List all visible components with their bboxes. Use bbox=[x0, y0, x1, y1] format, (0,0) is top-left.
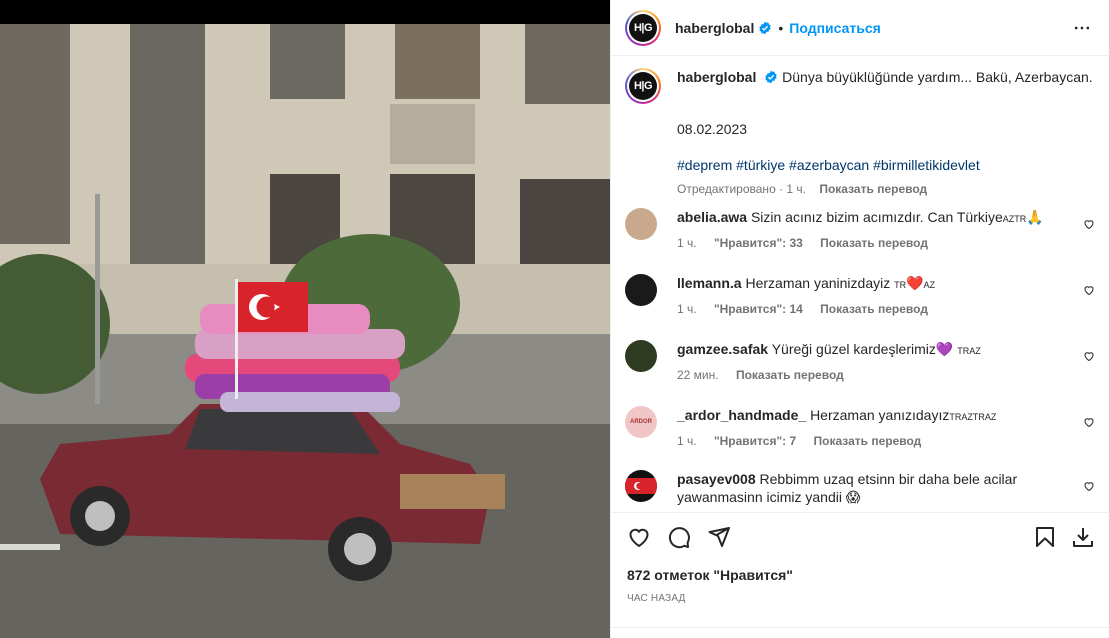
author-username[interactable]: haberglobal bbox=[675, 20, 754, 36]
comment-emoji: ❤️ bbox=[906, 275, 924, 291]
verified-icon bbox=[765, 70, 777, 84]
comment-likes[interactable]: "Нравится": 7 bbox=[714, 434, 796, 448]
comment-input-area[interactable] bbox=[611, 627, 1109, 638]
post-photo-panel bbox=[0, 0, 610, 638]
heart-icon[interactable] bbox=[1083, 218, 1095, 230]
commenter-avatar[interactable] bbox=[625, 208, 657, 240]
author-avatar-logo: H|G bbox=[629, 13, 657, 42]
comment-message: Herzaman yanızıdayız bbox=[810, 407, 950, 423]
comment-message: Herzaman yaninizdayiz bbox=[745, 275, 895, 291]
comment-time: 1 ч. bbox=[677, 236, 697, 250]
comment-likes[interactable]: "Нравится": 14 bbox=[714, 302, 803, 316]
heart-icon[interactable] bbox=[1083, 284, 1095, 296]
caption-text: haberglobal Dünya büyüklüğünde yardım...… bbox=[677, 68, 1097, 86]
more-icon[interactable] bbox=[1072, 18, 1092, 38]
comment-item: llemann.a Herzaman yaninizdayiz TR❤️AZ 1… bbox=[625, 274, 1095, 324]
heart-icon[interactable] bbox=[627, 525, 651, 549]
comment-item: gamzee.safak Yüreği güzel kardeşlerimiz💜… bbox=[625, 340, 1095, 390]
comment-text: llemann.a Herzaman yaninizdayiz TR❤️AZ bbox=[677, 274, 1057, 294]
post-photo[interactable] bbox=[0, 24, 610, 638]
comment-text: abelia.awa Sizin acınız bizim acımızdır.… bbox=[677, 208, 1057, 228]
commenter-avatar[interactable]: ARDOR bbox=[625, 406, 657, 438]
heart-icon[interactable] bbox=[1083, 350, 1095, 362]
caption-message: Dünya büyüklüğünde yardım... Bakü, Azerb… bbox=[782, 69, 1093, 85]
flag-avatar-image bbox=[625, 478, 657, 494]
comment-time: 22 мин. bbox=[677, 368, 719, 382]
comment-text: gamzee.safak Yüreği güzel kardeşlerimiz💜… bbox=[677, 340, 1057, 360]
likes-count[interactable]: 872 отметок "Нравится" bbox=[627, 567, 793, 583]
comment-suffix: AZTR bbox=[1002, 214, 1027, 224]
follow-button[interactable]: Подписаться bbox=[789, 20, 881, 36]
comment-suffix: AZ bbox=[923, 280, 936, 290]
caption-edited: Отредактировано · 1 ч. bbox=[677, 182, 806, 196]
comment-message: Sizin acınız bizim acımızdır. Can Türkiy… bbox=[750, 209, 1003, 225]
post-time-ago: ЧАС НАЗАД bbox=[627, 593, 686, 604]
comment-translate-link[interactable]: Показать перевод bbox=[820, 302, 928, 316]
comment-meta: 1 ч. "Нравится": 14 Показать перевод bbox=[677, 302, 942, 316]
comment-time: 1 ч. bbox=[677, 302, 697, 316]
post-actions: 872 отметок "Нравится" ЧАС НАЗАД bbox=[611, 512, 1109, 638]
verified-icon bbox=[759, 21, 772, 34]
comment-prefix: TR bbox=[894, 280, 907, 290]
commenter-avatar[interactable] bbox=[625, 274, 657, 306]
heart-icon[interactable] bbox=[1083, 480, 1095, 492]
comment-translate-link[interactable]: Показать перевод bbox=[813, 434, 921, 448]
comment-item: pasayev008 Rebbimm uzaq etsinn bir daha … bbox=[625, 470, 1095, 512]
comments-scroll-area[interactable]: H|G haberglobal Dünya büyüklüğünde yardı… bbox=[611, 56, 1109, 512]
commenter-username[interactable]: pasayev008 bbox=[677, 471, 756, 487]
comment-emoji: 🙏 bbox=[1026, 209, 1044, 225]
share-icon[interactable] bbox=[707, 525, 731, 549]
caption-author-avatar[interactable]: H|G bbox=[625, 68, 661, 104]
comment-translate-link[interactable]: Показать перевод bbox=[736, 368, 844, 382]
post-side-panel: H|G haberglobal • Подписаться H|G haberg… bbox=[610, 0, 1109, 638]
bookmark-icon[interactable] bbox=[1033, 525, 1057, 549]
caption-meta: Отредактировано · 1 ч. Показать перевод bbox=[677, 182, 927, 196]
comment-message: Yüreği güzel kardeşlerimiz bbox=[771, 341, 936, 357]
comment-item: abelia.awa Sizin acınız bizim acımızdır.… bbox=[625, 208, 1095, 258]
comment-emoji: 💜 bbox=[935, 341, 954, 357]
commenter-username[interactable]: llemann.a bbox=[677, 275, 742, 291]
download-icon[interactable] bbox=[1071, 525, 1095, 549]
photo-top-bar bbox=[0, 0, 610, 24]
commenter-avatar[interactable] bbox=[625, 340, 657, 372]
post-header: H|G haberglobal • Подписаться bbox=[611, 0, 1109, 56]
comment-time: 1 ч. bbox=[677, 434, 697, 448]
comment-suffix: TRAZTRAZ bbox=[949, 412, 997, 422]
commenter-username[interactable]: abelia.awa bbox=[677, 209, 747, 225]
caption-date: 08.02.2023 bbox=[677, 121, 748, 137]
comment-translate-link[interactable]: Показать перевод bbox=[820, 236, 928, 250]
separator-dot: • bbox=[778, 19, 784, 36]
caption-username[interactable]: haberglobal bbox=[677, 69, 756, 85]
commenter-username[interactable]: _ardor_handmade_ bbox=[677, 407, 806, 423]
comment-suffix: TRAZ bbox=[957, 346, 981, 356]
caption-hashtags[interactable]: #deprem #türkiye #azerbaycan #birmilleti… bbox=[677, 157, 980, 173]
comment-likes[interactable]: "Нравится": 33 bbox=[714, 236, 803, 250]
comment-text: pasayev008 Rebbimm uzaq etsinn bir daha … bbox=[677, 470, 1057, 506]
caption-avatar-logo: H|G bbox=[629, 72, 657, 100]
comment-meta: 1 ч. "Нравится": 33 Показать перевод bbox=[677, 236, 942, 250]
author-avatar[interactable]: H|G bbox=[625, 9, 661, 46]
comment-item: ARDOR _ardor_handmade_ Herzaman yanızıda… bbox=[625, 406, 1095, 456]
heart-icon[interactable] bbox=[1083, 416, 1095, 428]
comment-text: _ardor_handmade_ Herzaman yanızıdayızTRA… bbox=[677, 406, 1057, 426]
comment-meta: 1 ч. "Нравится": 7 Показать перевод bbox=[677, 434, 935, 448]
commenter-avatar[interactable] bbox=[625, 470, 657, 502]
commenter-username[interactable]: gamzee.safak bbox=[677, 341, 768, 357]
comment-icon[interactable] bbox=[667, 525, 691, 549]
caption-translate-link[interactable]: Показать перевод bbox=[819, 182, 927, 196]
comment-meta: 22 мин. Показать перевод bbox=[677, 368, 858, 382]
comment-emoji: 😱 bbox=[845, 489, 861, 505]
